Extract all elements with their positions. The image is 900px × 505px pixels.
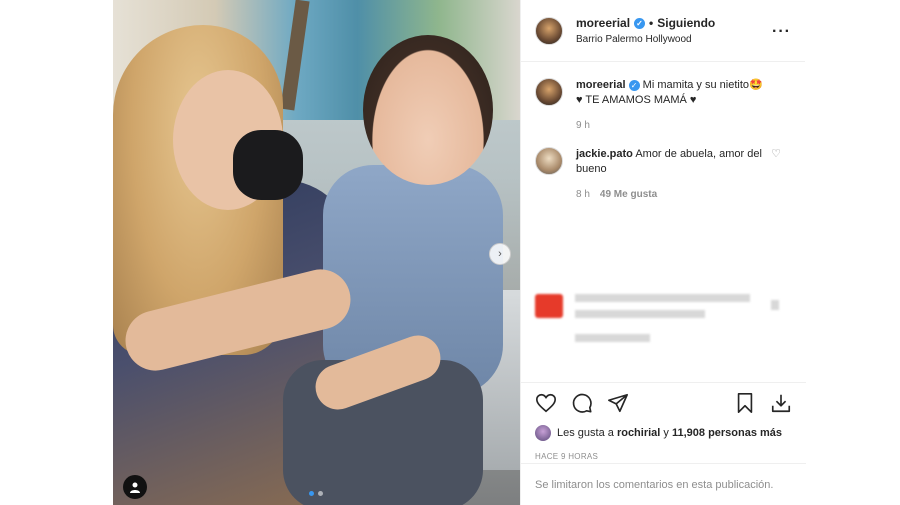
share-icon[interactable] (607, 392, 629, 414)
post-sidebar: moreerial ✓ • Siguiendo Barrio Palermo H… (520, 0, 806, 505)
user-icon (130, 482, 140, 493)
avatar[interactable] (535, 78, 563, 106)
carousel-indicator (309, 491, 323, 496)
carousel-dot (309, 491, 314, 496)
tagged-users-button[interactable] (123, 475, 147, 499)
post-actions: Les gusta a rochirial y 11,908 personas … (521, 382, 806, 461)
verified-icon: ✓ (634, 17, 646, 29)
comment-username[interactable]: jackie.pato (576, 148, 633, 160)
likes-summary: Les gusta a rochirial y 11,908 personas … (535, 425, 792, 441)
more-icon[interactable]: ··· (772, 23, 791, 41)
post-header: moreerial ✓ • Siguiendo Barrio Palermo H… (521, 0, 805, 62)
header-username[interactable]: moreerial (576, 16, 630, 30)
comments-limited-notice: Se limitaron los comentarios en esta pub… (521, 463, 806, 505)
likes-user[interactable]: rochirial (617, 427, 660, 439)
comment: jackie.pato Amor de abuela, amor del bue… (535, 147, 791, 202)
comments-section: moreerial ✓ Mi mamita y su nietito🤩 ♥ TE… (521, 62, 805, 382)
heart-icon[interactable] (535, 392, 557, 414)
location-link[interactable]: Barrio Palermo Hollywood (576, 34, 715, 45)
carousel-dot (318, 491, 323, 496)
download-icon[interactable] (770, 392, 792, 414)
chevron-right-icon: › (498, 248, 502, 260)
likes-joiner: y (663, 427, 669, 439)
caption: moreerial ✓ Mi mamita y su nietito🤩 ♥ TE… (535, 78, 791, 133)
next-photo-button[interactable]: › (489, 243, 511, 265)
instagram-post: › moreerial ✓ • Siguiendo Barrio Palermo… (113, 0, 806, 505)
caption-username[interactable]: moreerial (576, 79, 626, 91)
verified-icon: ✓ (628, 80, 640, 91)
bookmark-icon[interactable] (734, 392, 756, 414)
blurred-comment (535, 290, 785, 350)
likes-count[interactable]: 11,908 personas más (672, 427, 782, 439)
comment-icon[interactable] (571, 392, 593, 414)
caption-text-2: ♥ TE AMAMOS MAMÁ ♥ (576, 94, 697, 106)
following-button[interactable]: Siguiendo (657, 16, 715, 30)
header-separator: • (649, 16, 654, 30)
caption-time[interactable]: 9 h (576, 118, 786, 133)
comment-like-heart-icon[interactable]: ♡ (771, 147, 781, 160)
avatar[interactable] (535, 147, 563, 175)
caption-text: Mi mamita y su nietito🤩 (642, 79, 763, 91)
post-timestamp[interactable]: HACE 9 HORAS (535, 452, 792, 461)
avatar[interactable] (535, 16, 563, 45)
post-photo[interactable]: › (113, 0, 520, 505)
avatar[interactable] (535, 425, 551, 441)
comment-likes[interactable]: 49 Me gusta (600, 187, 657, 202)
comment-time[interactable]: 8 h (576, 187, 590, 202)
likes-prefix: Les gusta a (557, 427, 614, 439)
